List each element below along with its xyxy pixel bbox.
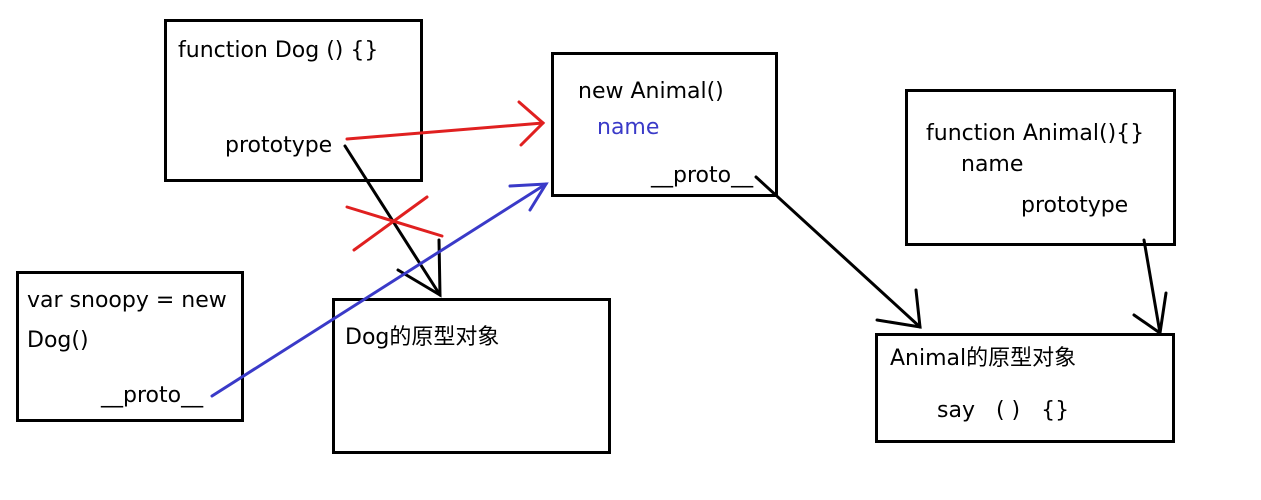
arrows-layer — [210, 100, 1168, 398]
black-arrow-animal-prototype-to-prototype-object — [1132, 238, 1168, 336]
black-arrow-new-animal-proto-to-animal-prototype — [754, 175, 922, 329]
prototype-chain-diagram: function Dog () {} prototype new Animal(… — [0, 0, 1261, 500]
red-arrow-dog-prototype-to-new-animal — [345, 100, 546, 147]
